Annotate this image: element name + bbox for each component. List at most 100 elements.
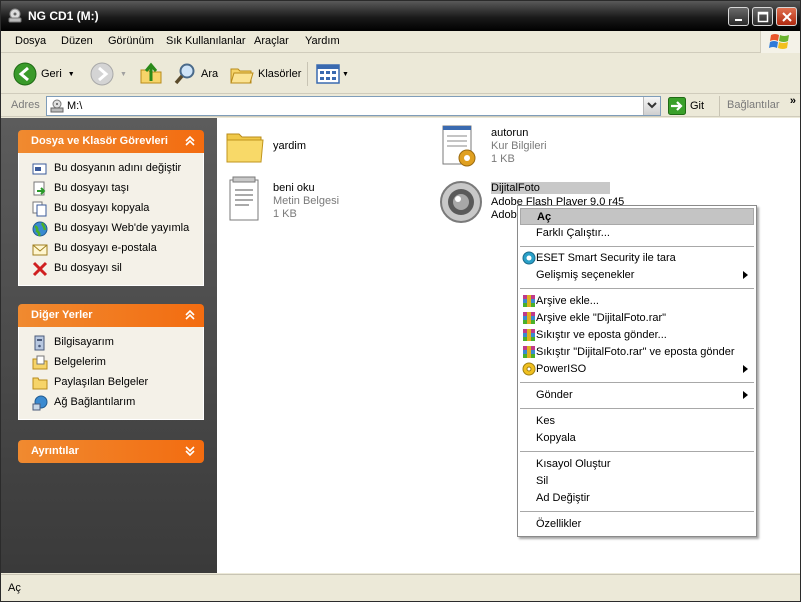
task-delete[interactable]: Bu dosyayı sil [19, 259, 203, 279]
maximize-button[interactable] [752, 7, 773, 26]
menu-separator [520, 382, 754, 383]
menu-yardim[interactable]: Yardım [305, 35, 340, 47]
menu-add-to-archive[interactable]: Arşive ekle... [520, 293, 754, 310]
task-pane: Dosya ve Klasör Görevleri Bu dosyanın ad… [1, 118, 217, 573]
place-my-documents[interactable]: Belgelerim [19, 353, 203, 373]
place-shared-documents[interactable]: Paylaşılan Belgeler [19, 373, 203, 393]
toolbar-separator [307, 62, 308, 86]
setup-info-icon [442, 125, 476, 167]
search-button[interactable]: Ara [173, 62, 218, 86]
task-move[interactable]: Bu dosyayı taşı [19, 179, 203, 199]
up-folder-button[interactable] [139, 62, 163, 86]
other-places-header[interactable]: Diğer Yerler [18, 304, 204, 327]
network-icon [32, 395, 48, 411]
folders-icon [230, 68, 254, 84]
window-title: NG CD1 (M:) [28, 9, 99, 23]
menu-poweriso[interactable]: PowerISO [520, 361, 754, 378]
folder-icon [226, 133, 264, 163]
details-header[interactable]: Ayrıntılar [18, 440, 204, 463]
task-publish-web[interactable]: Bu dosyayı Web'de yayımla [19, 219, 203, 239]
menu-separator [520, 451, 754, 452]
context-menu: Aç Farklı Çalıştır... ESET Smart Securit… [517, 205, 757, 537]
menu-compress-and-email[interactable]: Sıkıştır ve eposta gönder... [520, 327, 754, 344]
globe-icon [32, 221, 48, 237]
menu-araclar[interactable]: Araçlar [254, 35, 289, 47]
back-arrow-icon [13, 62, 37, 86]
views-icon [316, 64, 340, 84]
file-item-autorun[interactable]: autorun Kur Bilgileri 1 KB [439, 124, 639, 172]
cd-drive-icon [7, 8, 23, 24]
title-bar[interactable]: NG CD1 (M:) [1, 1, 800, 31]
menu-properties[interactable]: Özellikler [520, 516, 754, 533]
collapse-icon[interactable] [182, 308, 198, 323]
address-dropdown-button[interactable] [643, 97, 660, 115]
menu-separator [520, 408, 754, 409]
task-email[interactable]: Bu dosyayı e-postala [19, 239, 203, 259]
task-copy[interactable]: Bu dosyayı kopyala [19, 199, 203, 219]
forward-button[interactable]: ▼ [90, 62, 127, 86]
email-icon [32, 241, 48, 257]
file-item-beni-oku[interactable]: beni oku Metin Belgesi 1 KB [227, 176, 407, 224]
menu-rename[interactable]: Ad Değiştir [520, 490, 754, 507]
views-button[interactable]: ▼ [316, 62, 349, 86]
go-arrow-icon [668, 97, 686, 115]
explorer-window: NG CD1 (M:) Dosya Düzen Görünüm Sık Kull… [0, 0, 801, 602]
expand-icon[interactable] [182, 444, 198, 459]
file-folder-tasks-header[interactable]: Dosya ve Klasör Görevleri [18, 130, 204, 153]
chevron-down-icon: ▼ [120, 70, 127, 78]
double-chevron-icon[interactable]: » [790, 95, 796, 107]
search-icon [174, 63, 195, 85]
menu-create-shortcut[interactable]: Kısayol Oluştur [520, 456, 754, 473]
toolbar: Geri ▼ ▼ Ara Klasörler ▼ [1, 54, 800, 94]
task-rename[interactable]: Bu dosyanın adını değiştir [19, 159, 203, 179]
submenu-arrow-icon [743, 271, 748, 279]
address-value: M:\ [67, 100, 83, 112]
computer-icon [32, 335, 48, 351]
documents-icon [32, 355, 48, 371]
collapse-icon[interactable] [182, 134, 198, 149]
minimize-button[interactable] [728, 7, 749, 26]
poweriso-icon [522, 362, 536, 376]
status-text: Aç [8, 582, 21, 594]
menu-copy[interactable]: Kopyala [520, 430, 754, 447]
menu-compress-named-and-email[interactable]: Sıkıştır "DijitalFoto.rar" ve eposta gön… [520, 344, 754, 361]
winrar-icon [522, 294, 536, 308]
menu-delete[interactable]: Sil [520, 473, 754, 490]
up-folder-icon [140, 62, 162, 84]
menu-duzen[interactable]: Düzen [61, 35, 93, 47]
menu-open[interactable]: Aç [520, 208, 754, 225]
links-toolbar[interactable]: Bağlantılar » [719, 95, 800, 116]
cd-drive-icon [50, 99, 64, 116]
menu-send-to[interactable]: Gönder [520, 387, 754, 404]
menu-gorunum[interactable]: Görünüm [108, 35, 154, 47]
folder-icon [32, 375, 48, 391]
file-item-yardim[interactable]: yardim [225, 126, 405, 170]
delete-icon [32, 261, 48, 277]
menu-cut[interactable]: Kes [520, 413, 754, 430]
address-label: Adres [11, 99, 40, 111]
chevron-down-icon[interactable]: ▼ [68, 71, 75, 78]
menu-sik-kullanilanlar[interactable]: Sık Kullanılanlar [166, 35, 246, 47]
close-button[interactable] [776, 7, 797, 26]
address-input[interactable]: M:\ [46, 96, 661, 116]
menu-run-as[interactable]: Farklı Çalıştır... [520, 225, 754, 242]
menu-separator [520, 246, 754, 247]
menu-advanced-options[interactable]: Gelişmiş seçenekler [520, 267, 754, 284]
go-button[interactable]: Git [668, 97, 704, 115]
submenu-arrow-icon [743, 391, 748, 399]
submenu-arrow-icon [743, 365, 748, 373]
chevron-down-icon[interactable]: ▼ [342, 71, 349, 78]
forward-arrow-icon [90, 62, 114, 86]
menu-add-to-archive-named[interactable]: Arşive ekle "DijitalFoto.rar" [520, 310, 754, 327]
back-button[interactable]: Geri ▼ [13, 62, 75, 86]
file-folder-tasks-panel: Dosya ve Klasör Görevleri Bu dosyanın ad… [18, 130, 204, 286]
rename-icon [32, 161, 48, 177]
flash-app-icon [440, 181, 482, 223]
place-network-connections[interactable]: Ağ Bağlantılarım [19, 393, 203, 413]
menu-eset-scan[interactable]: ESET Smart Security ile tara [520, 250, 754, 267]
folders-button[interactable]: Klasörler [230, 62, 301, 86]
place-my-computer[interactable]: Bilgisayarım [19, 333, 203, 353]
winrar-icon [522, 311, 536, 325]
winrar-icon [522, 328, 536, 342]
menu-dosya[interactable]: Dosya [15, 35, 46, 47]
